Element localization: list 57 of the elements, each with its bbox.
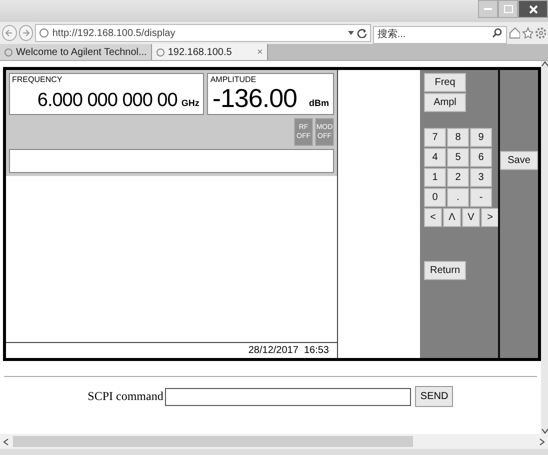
key-button[interactable]: 9 [470,128,492,147]
key-button[interactable]: V [462,208,480,227]
search-field[interactable]: 搜索... [373,26,508,44]
scpi-label: SCPI command [88,389,164,404]
send-button[interactable]: SEND [415,386,454,407]
settings-icon[interactable] [535,27,546,39]
timestamp: 28/12/2017 16:53 [248,345,329,356]
key-button[interactable]: Save [500,151,538,170]
key-button[interactable]: > [481,208,499,227]
refresh-icon[interactable] [357,28,368,38]
key-button[interactable]: . [447,188,469,207]
key-button[interactable]: 2 [447,168,469,187]
address-field[interactable]: http://192.168.100.5/display [35,24,372,42]
page-icon [4,48,13,56]
back-arrow-icon[interactable] [4,28,14,38]
browser-tab[interactable]: Welcome to Agilent Technol... [0,44,152,60]
key-button[interactable]: 3 [470,168,492,187]
scpi-input[interactable] [165,388,412,406]
close-button[interactable] [518,0,548,18]
search-icon[interactable] [492,28,502,38]
key-button[interactable]: Freq [424,73,466,92]
browser-tab[interactable]: 192.168.100.5 × [152,44,268,60]
page-icon [156,48,165,56]
page-icon [39,28,50,38]
scroll-right-icon[interactable] [539,438,545,446]
key-button[interactable]: 7 [424,128,446,147]
close-tab-button[interactable]: × [256,46,263,58]
key-button[interactable]: Ampl [424,93,466,112]
amplitude-label: AMPLITUDE [210,75,256,84]
amplitude-unit: dBm [309,97,329,110]
key-button[interactable]: 0 [424,188,446,207]
back-button[interactable] [2,25,17,41]
key-button[interactable]: 4 [424,148,446,167]
key-button[interactable]: 6 [470,148,492,167]
star-icon[interactable] [522,27,534,39]
forward-button[interactable] [18,25,34,41]
frequency-label: FREQUENCY [12,75,62,84]
url-text: http://192.168.100.5/display [52,28,176,38]
scroll-down-icon[interactable] [541,428,548,434]
key-button[interactable]: 1 [424,168,446,187]
dropdown-icon[interactable] [348,31,354,35]
key-button[interactable]: 8 [447,128,469,147]
forward-arrow-icon[interactable] [21,28,32,38]
maximize-button[interactable] [498,0,518,18]
key-button[interactable]: Return [424,261,466,280]
amplitude-value: -136.00 [212,84,297,112]
scroll-left-icon[interactable] [3,438,9,446]
key-button[interactable]: 5 [447,148,469,167]
scrollbar-thumb[interactable] [13,436,413,447]
key-button[interactable]: - [470,188,492,207]
close-icon[interactable] [528,4,538,14]
key-button[interactable]: Λ [443,208,461,227]
scroll-up-icon[interactable] [541,61,548,67]
key-button[interactable]: < [424,208,442,227]
minimize-button[interactable] [478,0,498,18]
frequency-unit: GHz [181,97,200,110]
frequency-value: 6.000 000 000 00 [37,90,178,112]
